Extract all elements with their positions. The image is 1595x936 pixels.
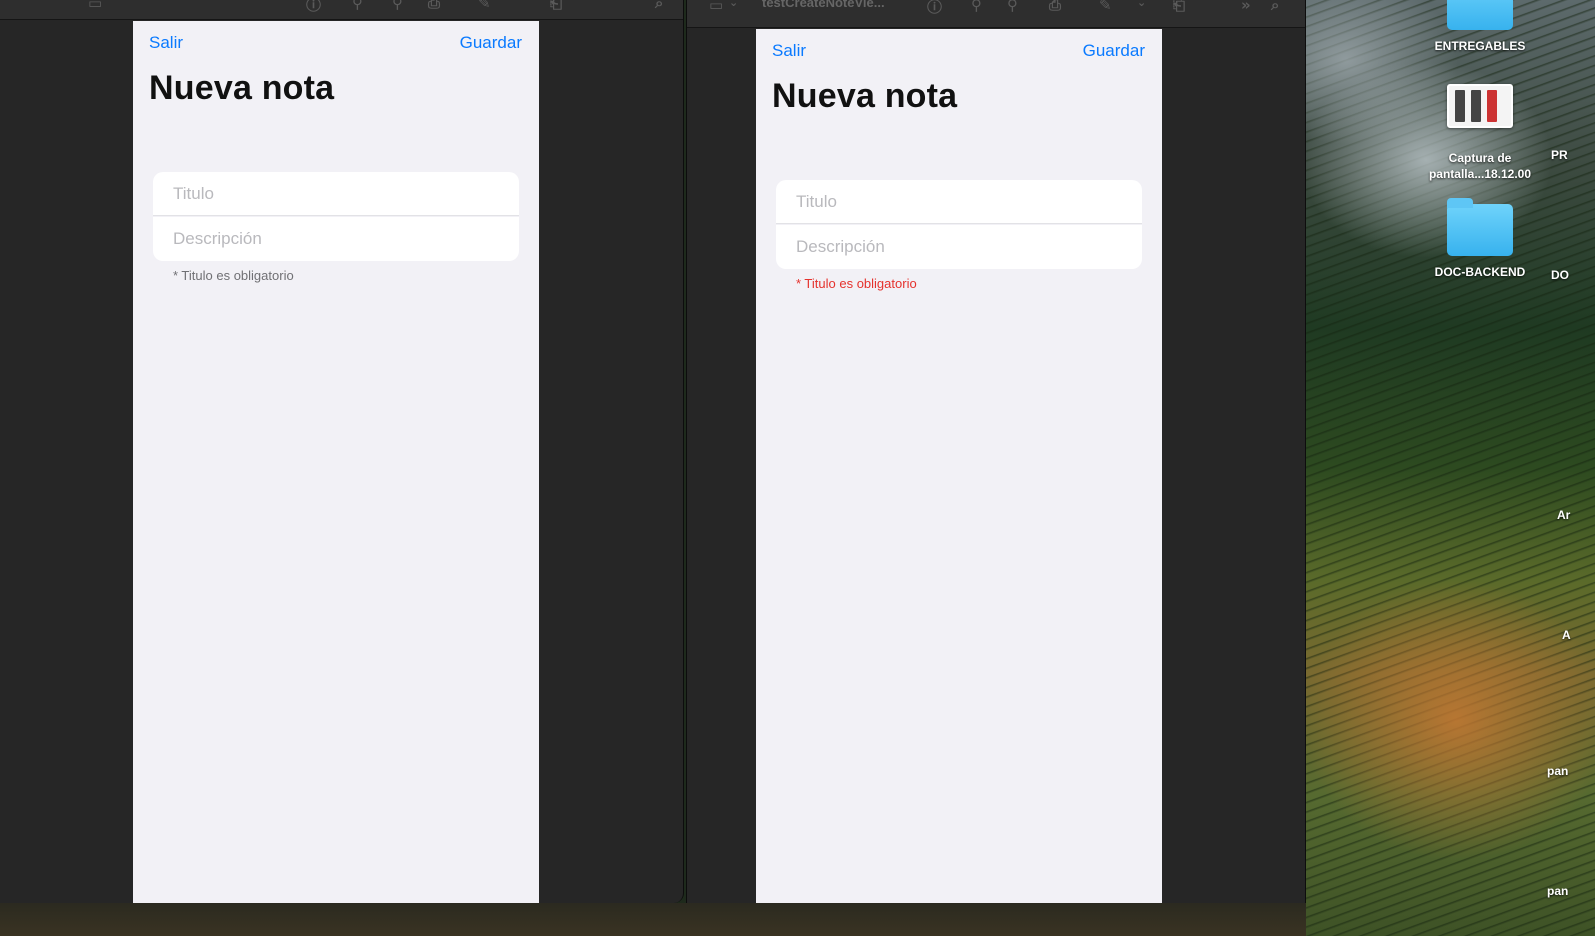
save-button[interactable]: Guardar <box>460 33 522 53</box>
share-icon[interactable]: ⎙ <box>1049 0 1061 14</box>
share-icon[interactable]: ⎙ <box>428 0 440 12</box>
rotate-icon[interactable]: ⎗ <box>550 0 562 12</box>
title-required-error: * Titulo es obligatorio <box>796 276 917 291</box>
desktop-item-label-cut[interactable]: pan <box>1547 884 1568 898</box>
desktop-folder-entregables[interactable]: ENTREGABLES <box>1420 0 1540 54</box>
info-icon[interactable]: ⓘ <box>927 0 942 17</box>
info-icon[interactable]: ⓘ <box>306 0 321 15</box>
zoom-in-icon[interactable]: ⚲ <box>1007 0 1018 14</box>
search-icon[interactable]: ⌕ <box>655 0 663 12</box>
chevron-down-icon[interactable]: ⌄ <box>729 0 738 9</box>
sidebar-icon[interactable]: ▭ <box>88 0 102 12</box>
desktop-item-label-cut[interactable]: Ar <box>1557 508 1570 522</box>
desktop-wallpaper: ENTREGABLES Captura de pantalla...18.12.… <box>1306 0 1595 936</box>
sidebar-icon[interactable]: ▭ <box>709 0 723 14</box>
exit-button[interactable]: Salir <box>149 33 183 53</box>
zoom-out-icon[interactable]: ⚲ <box>971 0 982 14</box>
zoom-out-icon[interactable]: ⚲ <box>352 0 363 12</box>
page-title: Nueva nota <box>772 77 958 115</box>
window-toolbar: ▭ ⌄ testCreateNoteVie... ⓘ ⚲ ⚲ ⎙ ✎ ⌄ ⎗ »… <box>687 0 1305 28</box>
zoom-in-icon[interactable]: ⚲ <box>392 0 403 12</box>
phone-screen: Salir Guardar Nueva nota * Titulo es obl… <box>133 21 539 903</box>
simulator-window-right: ▭ ⌄ testCreateNoteVie... ⓘ ⚲ ⚲ ⎙ ✎ ⌄ ⎗ »… <box>686 0 1306 912</box>
title-field[interactable] <box>776 180 1142 224</box>
document-title: testCreateNoteVie... <box>762 0 885 10</box>
screenshot-thumbnail-icon <box>1447 84 1513 128</box>
desktop-bottom-edge <box>0 903 1306 936</box>
window-toolbar: ▭ ⓘ ⚲ ⚲ ⎙ ✎ ⎗ ⌕ <box>0 0 683 20</box>
note-form: * Titulo es obligatorio <box>153 172 519 283</box>
search-icon[interactable]: ⌕ <box>1271 0 1279 14</box>
page-title: Nueva nota <box>149 69 335 107</box>
markup-icon[interactable]: ✎ <box>1099 0 1112 14</box>
save-button[interactable]: Guardar <box>1083 41 1145 61</box>
desktop-item-label-cut[interactable]: A <box>1562 628 1571 642</box>
desktop-item-label-cut[interactable]: PR <box>1551 148 1568 162</box>
simulator-window-left: ▭ ⓘ ⚲ ⚲ ⎙ ✎ ⎗ ⌕ Salir Guardar Nueva nota… <box>0 0 684 903</box>
folder-icon <box>1447 198 1513 256</box>
note-form: * Titulo es obligatorio <box>776 180 1142 291</box>
exit-button[interactable]: Salir <box>772 41 806 61</box>
folder-icon <box>1447 0 1513 30</box>
title-field[interactable] <box>153 172 519 216</box>
desktop-item-label-cut[interactable]: DO <box>1551 268 1569 282</box>
desktop-folder-doc-backend[interactable]: DOC-BACKEND <box>1420 198 1540 280</box>
desktop-item-label-cut[interactable]: pan <box>1547 764 1568 778</box>
markup-icon[interactable]: ✎ <box>478 0 491 12</box>
desktop-screenshot-file[interactable]: Captura de pantalla...18.12.00 <box>1420 84 1540 182</box>
desktop-item-label: Captura de pantalla...18.12.00 <box>1428 151 1532 181</box>
phone-screen: Salir Guardar Nueva nota * Titulo es obl… <box>756 29 1162 912</box>
desktop-item-label: ENTREGABLES <box>1434 39 1526 53</box>
rotate-icon[interactable]: ⎗ <box>1173 0 1185 14</box>
markup-menu-chevron-icon[interactable]: ⌄ <box>1137 0 1146 9</box>
description-field[interactable] <box>776 225 1142 269</box>
more-chevrons-icon[interactable]: » <box>1241 0 1251 14</box>
description-field[interactable] <box>153 217 519 261</box>
desktop-item-label: DOC-BACKEND <box>1434 265 1526 279</box>
title-required-hint: * Titulo es obligatorio <box>173 268 294 283</box>
